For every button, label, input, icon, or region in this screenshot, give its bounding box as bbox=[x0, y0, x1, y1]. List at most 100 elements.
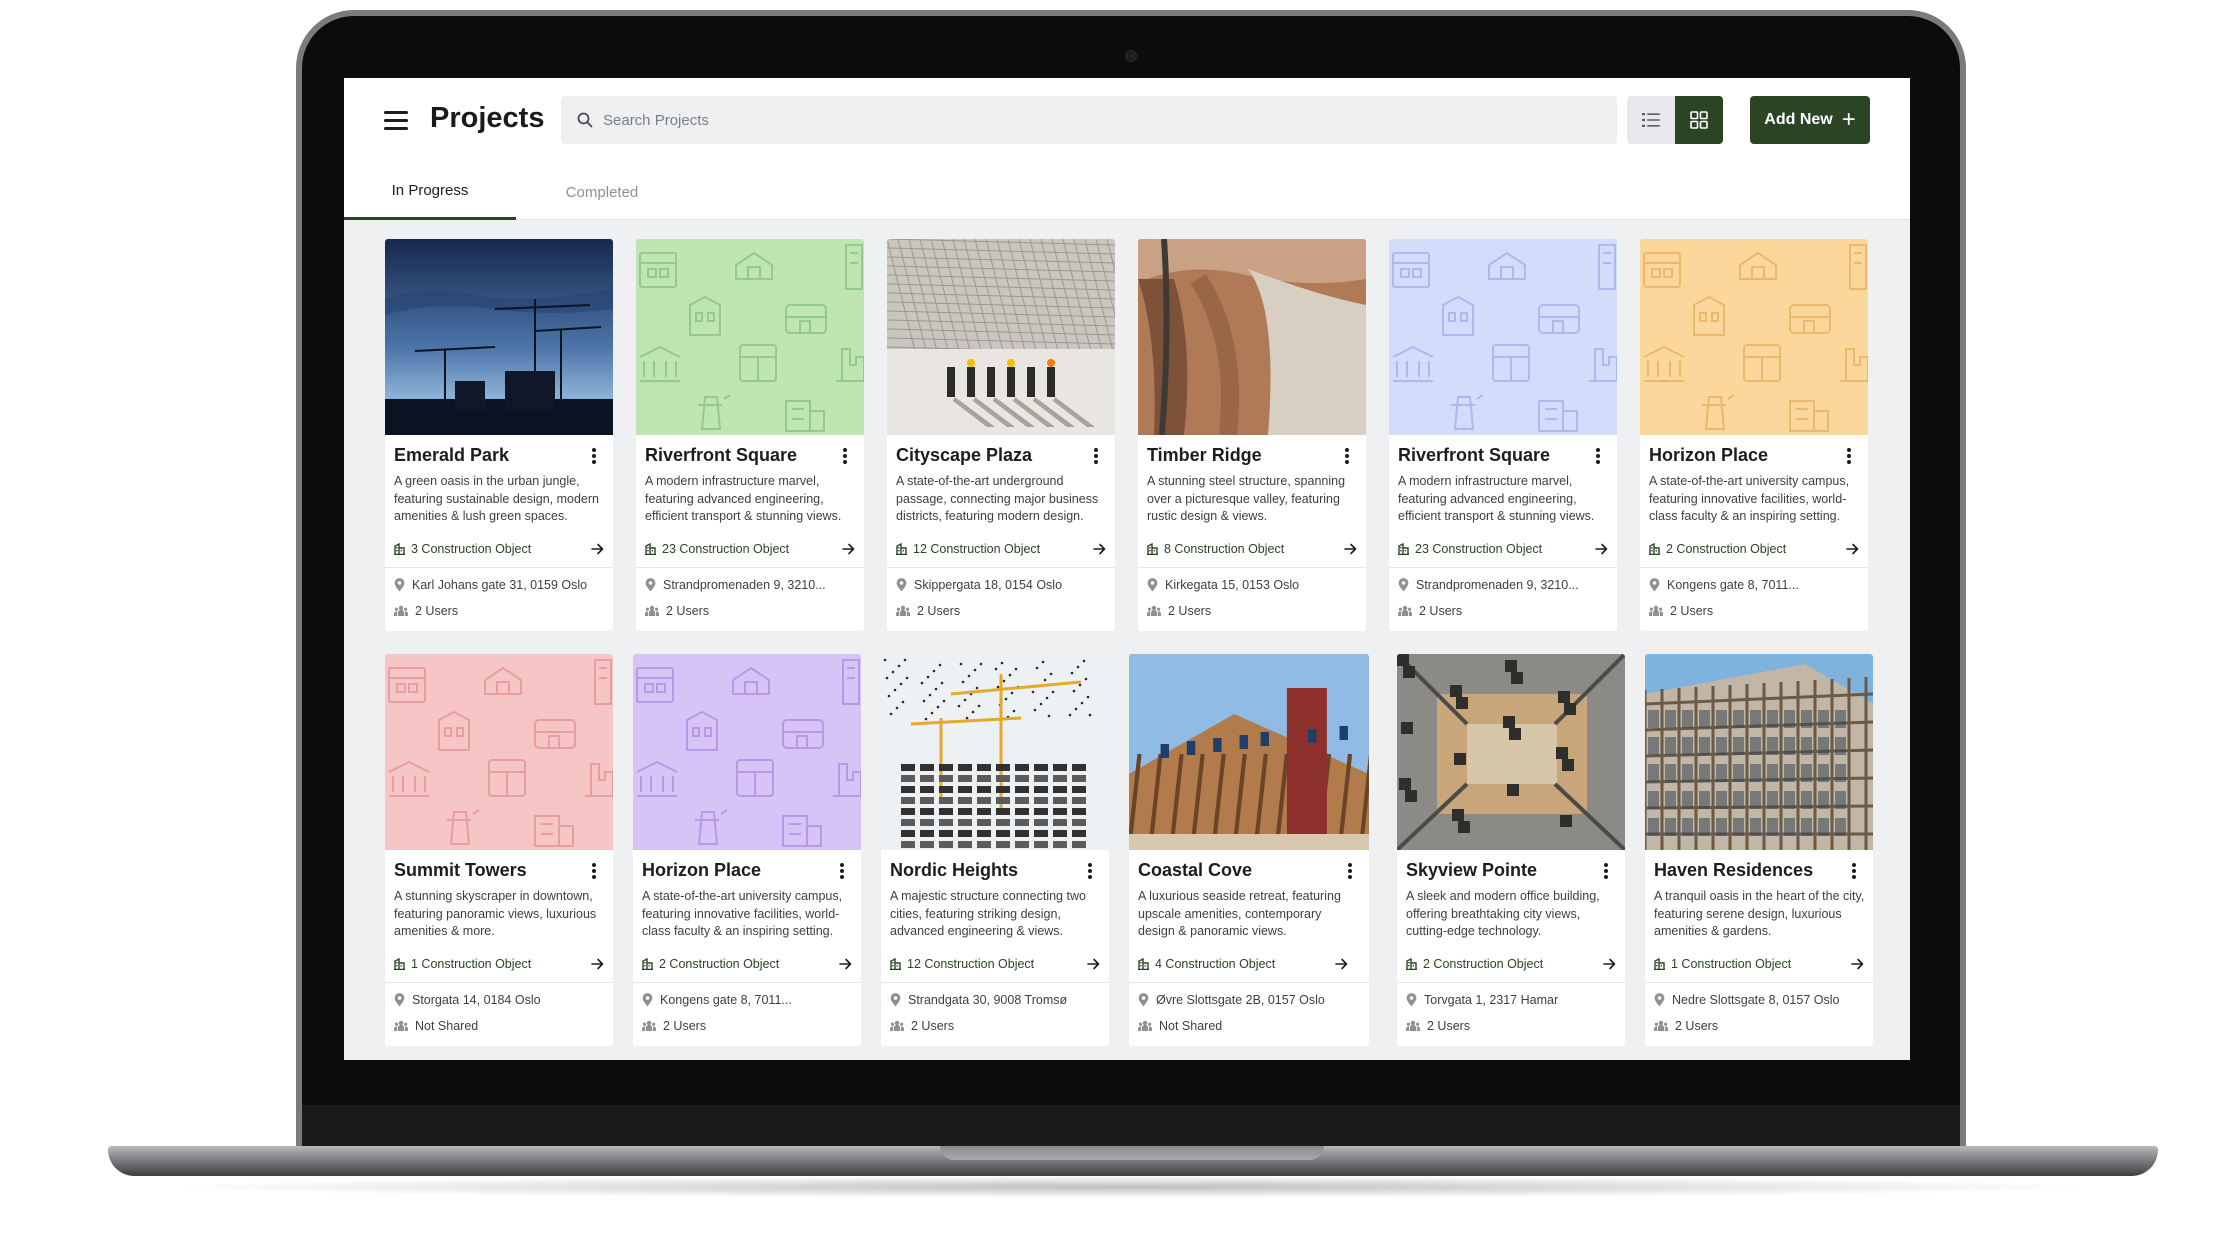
more-options-icon[interactable] bbox=[1091, 445, 1101, 467]
project-title: Skyview Pointe bbox=[1406, 860, 1538, 880]
address-row: Karl Johans gate 31, 0159 Oslo bbox=[394, 575, 606, 595]
construction-object-link[interactable]: 1 Construction Object bbox=[394, 954, 604, 974]
project-thumbnail[interactable] bbox=[1397, 654, 1625, 850]
apartment-frame-photo bbox=[1645, 654, 1873, 850]
arrow-right-icon[interactable] bbox=[839, 958, 852, 970]
users-icon bbox=[1654, 1020, 1668, 1031]
more-options-icon[interactable] bbox=[1849, 860, 1859, 882]
project-thumbnail[interactable] bbox=[1389, 239, 1617, 435]
search-input[interactable] bbox=[603, 111, 1503, 129]
more-options-icon[interactable] bbox=[589, 860, 599, 882]
project-card[interactable]: Coastal Cove A luxurious seaside retreat… bbox=[1129, 654, 1369, 1046]
location-pin-icon bbox=[1138, 993, 1149, 1007]
more-options-icon[interactable] bbox=[1085, 860, 1095, 882]
project-thumbnail[interactable] bbox=[887, 239, 1115, 435]
search-bar[interactable] bbox=[561, 96, 1617, 144]
add-new-button[interactable]: Add New + bbox=[1750, 96, 1870, 144]
more-options-icon[interactable] bbox=[1342, 445, 1352, 467]
arrow-right-icon[interactable] bbox=[1093, 543, 1106, 555]
location-pin-icon bbox=[890, 993, 901, 1007]
project-thumbnail[interactable] bbox=[881, 654, 1109, 850]
construction-object-link[interactable]: 1 Construction Object bbox=[1654, 954, 1864, 974]
placeholder-pattern bbox=[1640, 239, 1868, 435]
top-bar: Projects Search Projects Add New + bbox=[344, 78, 1910, 164]
project-thumbnail[interactable] bbox=[1640, 239, 1868, 435]
grid-view-icon bbox=[1690, 111, 1708, 129]
project-card[interactable]: Skyview Pointe A sleek and modern office… bbox=[1397, 654, 1625, 1046]
users-row: Not Shared bbox=[1138, 1016, 1350, 1036]
project-card[interactable]: Nordic Heights A majestic structure conn… bbox=[881, 654, 1109, 1046]
arrow-right-icon[interactable] bbox=[1846, 543, 1859, 555]
hamburger-menu-icon[interactable] bbox=[384, 111, 408, 131]
construction-object-link[interactable]: 12 Construction Object bbox=[896, 539, 1106, 559]
project-thumbnail[interactable] bbox=[636, 239, 864, 435]
project-description: A luxurious seaside retreat, featuring u… bbox=[1138, 889, 1341, 938]
construction-object-link[interactable]: 2 Construction Object bbox=[642, 954, 852, 974]
project-description: A stunning skyscraper in downtown, featu… bbox=[394, 889, 597, 938]
building-icon bbox=[896, 543, 907, 555]
users-icon bbox=[1138, 1020, 1152, 1031]
arrow-right-icon[interactable] bbox=[591, 543, 604, 555]
construction-object-link[interactable]: 2 Construction Object bbox=[1406, 954, 1616, 974]
project-users: 2 Users bbox=[1670, 604, 1714, 618]
construction-object-link[interactable]: 12 Construction Object bbox=[890, 954, 1100, 974]
arrow-right-icon[interactable] bbox=[1851, 958, 1864, 970]
search-icon bbox=[577, 112, 593, 128]
address-row: Torvgata 1, 2317 Hamar bbox=[1406, 990, 1618, 1010]
building-icon bbox=[394, 543, 405, 555]
construction-object-link[interactable]: 23 Construction Object bbox=[645, 539, 855, 559]
arrow-right-icon[interactable] bbox=[1335, 958, 1348, 970]
project-card[interactable]: Riverfront Square A modern infrastructur… bbox=[1389, 239, 1617, 631]
project-card[interactable]: Emerald Park A green oasis in the urban … bbox=[385, 239, 613, 631]
project-title: Riverfront Square bbox=[645, 445, 798, 465]
arrow-right-icon[interactable] bbox=[1595, 543, 1608, 555]
placeholder-pattern bbox=[1389, 239, 1617, 435]
arrow-right-icon[interactable] bbox=[591, 958, 604, 970]
more-options-icon[interactable] bbox=[589, 445, 599, 467]
construction-object-link[interactable]: 23 Construction Object bbox=[1398, 539, 1608, 559]
project-thumbnail[interactable] bbox=[1645, 654, 1873, 850]
tab-in-progress[interactable]: In Progress bbox=[344, 164, 516, 220]
project-thumbnail[interactable] bbox=[1138, 239, 1366, 435]
list-view-button[interactable] bbox=[1627, 96, 1675, 144]
card-divider bbox=[1645, 982, 1873, 983]
view-toggle bbox=[1627, 96, 1723, 144]
crane-birds-photo bbox=[881, 654, 1109, 850]
project-thumbnail[interactable] bbox=[1129, 654, 1369, 850]
project-thumbnail[interactable] bbox=[385, 654, 613, 850]
project-address: Strandpromenaden 9, 3210... bbox=[1416, 578, 1579, 592]
project-description: A state-of-the-art university campus, fe… bbox=[642, 889, 843, 938]
more-options-icon[interactable] bbox=[837, 860, 847, 882]
location-pin-icon bbox=[1649, 578, 1660, 592]
users-row: 2 Users bbox=[1398, 601, 1610, 621]
arrow-right-icon[interactable] bbox=[842, 543, 855, 555]
tab-completed[interactable]: Completed bbox=[516, 164, 688, 220]
more-options-icon[interactable] bbox=[840, 445, 850, 467]
grid-view-button[interactable] bbox=[1675, 96, 1723, 144]
card-divider bbox=[385, 567, 613, 568]
project-card[interactable]: Cityscape Plaza A state-of-the-art under… bbox=[887, 239, 1115, 631]
arrow-right-icon[interactable] bbox=[1603, 958, 1616, 970]
more-options-icon[interactable] bbox=[1844, 445, 1854, 467]
project-card[interactable]: Summit Towers A stunning skyscraper in d… bbox=[385, 654, 613, 1046]
project-card[interactable]: Riverfront Square A modern infrastructur… bbox=[636, 239, 864, 631]
add-new-label: Add New bbox=[1764, 111, 1833, 128]
more-options-icon[interactable] bbox=[1593, 445, 1603, 467]
project-card[interactable]: Timber Ridge A stunning steel structure,… bbox=[1138, 239, 1366, 631]
construction-object-link[interactable]: 8 Construction Object bbox=[1147, 539, 1357, 559]
project-thumbnail[interactable] bbox=[385, 239, 613, 435]
construction-object-count: 12 Construction Object bbox=[907, 957, 1035, 971]
project-title: Cityscape Plaza bbox=[896, 445, 1033, 465]
project-card[interactable]: Horizon Place A state-of-the-art univers… bbox=[633, 654, 861, 1046]
arrow-right-icon[interactable] bbox=[1087, 958, 1100, 970]
users-row: 2 Users bbox=[1147, 601, 1359, 621]
construction-object-link[interactable]: 2 Construction Object bbox=[1649, 539, 1859, 559]
more-options-icon[interactable] bbox=[1345, 860, 1355, 882]
project-card[interactable]: Horizon Place A state-of-the-art univers… bbox=[1640, 239, 1868, 631]
construction-object-link[interactable]: 4 Construction Object bbox=[1138, 954, 1348, 974]
construction-object-link[interactable]: 3 Construction Object bbox=[394, 539, 604, 559]
project-thumbnail[interactable] bbox=[633, 654, 861, 850]
arrow-right-icon[interactable] bbox=[1344, 543, 1357, 555]
project-card[interactable]: Haven Residences A tranquil oasis in the… bbox=[1645, 654, 1873, 1046]
more-options-icon[interactable] bbox=[1601, 860, 1611, 882]
